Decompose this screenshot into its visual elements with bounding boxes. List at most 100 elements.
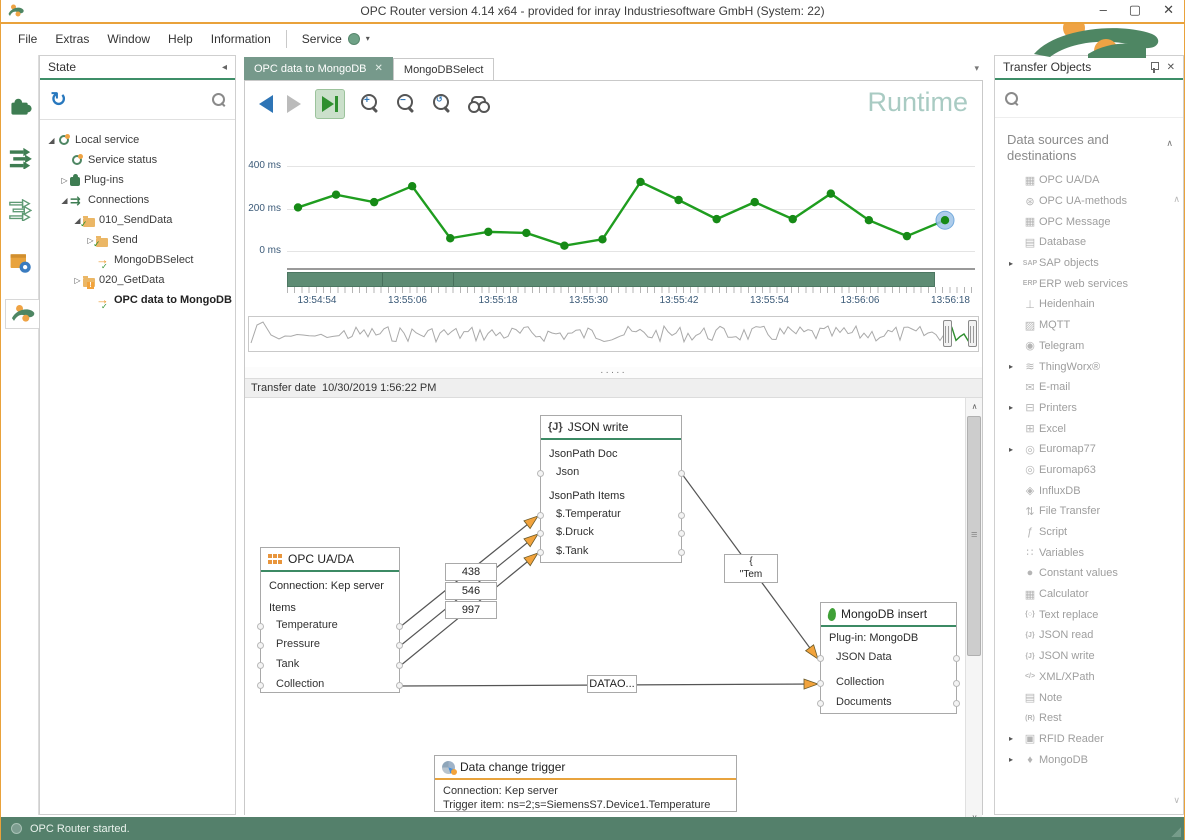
transfer-object-excel[interactable]: ⊞Excel: [995, 418, 1183, 439]
port-dot-left[interactable]: [257, 623, 264, 630]
tree-item-plug-ins[interactable]: ▷Plug-ins: [46, 170, 233, 190]
port-dot-left[interactable]: [537, 530, 544, 537]
transfer-object-e-mail[interactable]: ✉E-mail: [995, 377, 1183, 398]
zoom-out-button[interactable]: −: [395, 93, 417, 115]
port-dot-left[interactable]: [537, 470, 544, 477]
node-port[interactable]: $.Tank: [541, 545, 681, 557]
port-dot-left[interactable]: [257, 642, 264, 649]
close-button[interactable]: ✕: [1163, 2, 1174, 18]
port-dot-left[interactable]: [817, 680, 824, 687]
node-mongodb-insert[interactable]: MongoDB insertPlug-in: MongoDBJSON DataC…: [820, 602, 957, 714]
menu-item-service[interactable]: Service ▾: [293, 28, 379, 50]
transfer-object-erp-web-services[interactable]: ERPERP web services: [995, 273, 1183, 294]
port-dot-right[interactable]: [396, 662, 403, 669]
expander-icon[interactable]: ▸: [1009, 362, 1021, 371]
history-back-button[interactable]: [259, 95, 273, 113]
port-dot-left[interactable]: [817, 655, 824, 662]
transfer-object-opc-ua-da[interactable]: ▦OPC UA/DA: [995, 170, 1183, 191]
expander-icon[interactable]: ▸: [1009, 259, 1021, 268]
node-port[interactable]: Collection: [821, 676, 956, 688]
transfer-object-calculator[interactable]: ▦Calculator: [995, 584, 1183, 605]
node-port[interactable]: Pressure: [261, 638, 399, 650]
node-opc-ua-da[interactable]: OPC UA/DAConnection: Kep serverItemsTemp…: [260, 547, 400, 693]
collapse-section-icon[interactable]: ∧: [1166, 138, 1173, 149]
chart-plot-area[interactable]: 400 ms200 ms0 ms: [245, 139, 982, 265]
search-icon[interactable]: [212, 93, 225, 106]
port-dot-right[interactable]: [678, 512, 685, 519]
menu-item-information[interactable]: Information: [202, 28, 280, 50]
menu-item-file[interactable]: File: [9, 28, 46, 50]
diagram-vertical-scrollbar[interactable]: ∧ ∨: [965, 398, 982, 826]
transfer-object-constant-values[interactable]: ●Constant values: [995, 563, 1183, 584]
horizontal-splitter[interactable]: ·····: [245, 367, 982, 378]
transfer-object-opc-message[interactable]: ▦OPC Message: [995, 211, 1183, 232]
zoom-in-button[interactable]: +: [359, 93, 381, 115]
scrollbar-thumb[interactable]: [967, 416, 981, 656]
tree-item-local-service[interactable]: ◢Local service: [46, 130, 233, 150]
port-dot-right[interactable]: [678, 530, 685, 537]
tree-expander-icon[interactable]: ▷: [59, 176, 70, 185]
resize-grip[interactable]: [1171, 827, 1181, 837]
transfer-duration-track[interactable]: [287, 272, 975, 287]
port-dot-right[interactable]: [396, 682, 403, 689]
search-transfers-button[interactable]: [467, 94, 493, 114]
transfer-object-euromap77[interactable]: ▸◎Euromap77: [995, 439, 1183, 460]
port-dot-right[interactable]: [396, 623, 403, 630]
transfer-time-chart[interactable]: 400 ms200 ms0 ms 13:54:5413:55:0613:55:1…: [245, 139, 982, 367]
rail-router-button[interactable]: [5, 299, 39, 329]
transfer-object-euromap63[interactable]: ◎Euromap63: [995, 460, 1183, 481]
transfer-object-influxdb[interactable]: ◈InfluxDB: [995, 480, 1183, 501]
tree-item-connections[interactable]: ◢Connections: [46, 190, 233, 210]
tree-expander-icon[interactable]: ◢: [59, 196, 70, 205]
node-port[interactable]: Temperature: [261, 619, 399, 631]
section-header-data-sources[interactable]: Data sources and destinations ∧: [995, 118, 1183, 170]
node-port[interactable]: $.Temperatur: [541, 508, 681, 520]
rail-store-button[interactable]: [5, 247, 35, 277]
port-dot-right[interactable]: [678, 470, 685, 477]
port-dot-left[interactable]: [257, 682, 264, 689]
port-dot-right[interactable]: [396, 642, 403, 649]
transfer-object-json-write[interactable]: {J}JSON write: [995, 646, 1183, 667]
panel-scroll-down-icon[interactable]: ∨: [1173, 795, 1180, 806]
tree-expander-icon[interactable]: ◢: [46, 136, 57, 145]
rail-connection-templates-button[interactable]: [5, 195, 35, 225]
history-forward-button[interactable]: [287, 95, 301, 113]
node-port[interactable]: Documents: [821, 696, 956, 708]
tree-item-send[interactable]: ▷Send: [46, 230, 233, 250]
expander-icon[interactable]: ▸: [1009, 403, 1021, 412]
transfer-object-variables[interactable]: ∷Variables: [995, 542, 1183, 563]
transfer-object-sap-objects[interactable]: ▸SAPSAP objects: [995, 253, 1183, 274]
transfer-object-mongodb[interactable]: ▸♦MongoDB: [995, 749, 1183, 770]
tree-item-010-senddata[interactable]: ◢010_SendData: [46, 210, 233, 230]
transfer-object-heidenhain[interactable]: ⊥Heidenhain: [995, 294, 1183, 315]
transfer-object-text-replace[interactable]: {○}Text replace: [995, 604, 1183, 625]
transfer-object-database[interactable]: ▤Database: [995, 232, 1183, 253]
port-dot-right[interactable]: [953, 680, 960, 687]
tree-expander-icon[interactable]: ▷: [72, 276, 83, 285]
connection-flow-diagram[interactable]: OPC UA/DAConnection: Kep serverItemsTemp…: [245, 398, 982, 826]
port-dot-right[interactable]: [953, 655, 960, 662]
menu-item-extras[interactable]: Extras: [46, 28, 98, 50]
history-overview-strip[interactable]: [248, 316, 979, 352]
node-data-change-trigger[interactable]: Data change triggerConnection: Kep serve…: [434, 755, 737, 812]
ov-handle-left[interactable]: [943, 320, 952, 347]
minimize-button[interactable]: –: [1100, 2, 1107, 18]
zoom-reset-button[interactable]: ↺: [431, 93, 453, 115]
transfer-objects-search[interactable]: [995, 80, 1183, 118]
ov-handle-right[interactable]: [968, 320, 977, 347]
menu-item-help[interactable]: Help: [159, 28, 202, 50]
transfer-object-file-transfer[interactable]: ⇅File Transfer: [995, 501, 1183, 522]
port-dot-right[interactable]: [678, 549, 685, 556]
transfer-object-printers[interactable]: ▸⊟Printers: [995, 398, 1183, 419]
port-dot-left[interactable]: [537, 512, 544, 519]
expander-icon[interactable]: ▸: [1009, 755, 1021, 764]
tab-overflow-icon[interactable]: ▾: [974, 63, 979, 74]
transfer-object-telegram[interactable]: ◉Telegram: [995, 336, 1183, 357]
rail-plugins-button[interactable]: [5, 91, 35, 121]
node-json-write[interactable]: {J}JSON writeJsonPath DocJsonJsonPath It…: [540, 415, 682, 563]
chevron-down-icon[interactable]: ▾: [366, 34, 370, 43]
node-port[interactable]: JSON Data: [821, 651, 956, 663]
tab-mongodbselect[interactable]: MongoDBSelect: [393, 58, 495, 80]
transfer-object-opc-ua-methods[interactable]: ⊛OPC UA-methods: [995, 191, 1183, 212]
expander-icon[interactable]: ▸: [1009, 734, 1021, 743]
